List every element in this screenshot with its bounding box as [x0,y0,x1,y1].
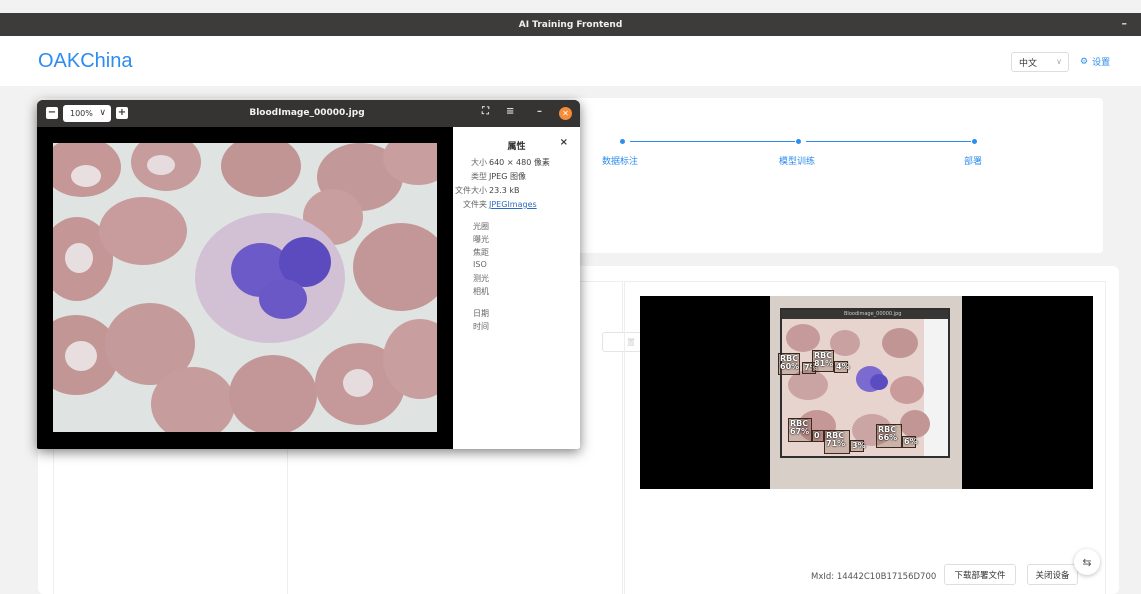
cell-blob [890,376,924,404]
detection-box: RBC 71% [824,430,850,454]
exif-metering-label: 测光 [473,274,489,283]
property-row-folder: 文件夹 JPEGImages [463,200,537,209]
properties-close-button[interactable]: × [560,137,568,148]
gear-icon: ⚙ [1080,56,1089,67]
swap-icon[interactable]: ⇆ [1074,549,1100,575]
step-dot-deploy [972,139,977,144]
camera-monitor-title: Bloodimage_00000.jpg [844,311,902,317]
rbc-pale-center [65,243,93,273]
rbc-cell [229,355,317,432]
step-annotation[interactable]: 数据标注 [602,154,638,167]
step-training[interactable]: 模型训练 [779,154,815,167]
os-minimize-button[interactable]: – [1122,17,1128,30]
wbc-nucleus [870,374,888,390]
language-select[interactable]: 中文 ∨ [1011,52,1069,72]
folder-link[interactable]: JPEGImages [489,200,537,209]
minimize-icon[interactable]: – [537,106,542,117]
detection-box: 3% [850,440,866,452]
preview-panel: Bloodimage_00000.jpg RBC 60% 7% RBC 81% … [624,281,1106,594]
camera-frame: Bloodimage_00000.jpg RBC 60% 7% RBC 81% … [770,296,962,489]
brand-logo[interactable]: OAKChina [38,50,133,73]
rbc-cell [353,223,437,311]
chevron-down-icon: ∨ [1056,57,1062,66]
step-deploy[interactable]: 部署 [964,154,982,167]
app-header: OAKChina 中文 ∨ ⚙ 设置 [0,36,1141,86]
date-label: 日期 [473,309,489,318]
exif-exposure-label: 曝光 [473,235,489,244]
detection-box: RBC 66% [876,424,902,448]
step-line-2 [806,141,971,142]
exif-camera-label: 相机 [473,287,489,296]
exif-iso-label: ISO [473,260,487,269]
time-label: 时间 [473,322,489,331]
camera-monitor-sidepanel [924,319,948,456]
property-row-filesize: 文件大小 23.3 kB [455,186,520,195]
rbc-pale-center [65,341,97,371]
rbc-cell [151,367,235,432]
settings-label: 设置 [1092,58,1111,68]
detection-box: 4% [834,361,850,373]
image-viewer-titlebar: − 100% ∨ + BloodImage_00000.jpg ⛶ ≡ – ✕ [37,100,580,127]
blood-image [53,143,437,432]
cell-blob [882,328,918,358]
mxid-label: MxId: 14442C10B17156D700 [811,572,937,582]
rbc-pale-center [343,369,373,397]
cell-blob [830,330,860,356]
detection-box: 6% [902,436,918,448]
cell-blob [786,324,820,352]
os-window-titlebar: AI Training Frontend – [0,13,1141,36]
download-deploy-file-button[interactable]: 下载部署文件 [944,564,1016,585]
close-icon[interactable]: ✕ [559,107,572,120]
properties-panel: 属性 × 大小 640 × 480 像素 类型 JPEG 图像 文件大小 23.3 k… [453,127,580,449]
camera-preview: Bloodimage_00000.jpg RBC 60% 7% RBC 81% … [640,296,1093,489]
close-device-button[interactable]: 关闭设备 [1027,564,1078,585]
exif-aperture-label: 光圈 [473,222,489,231]
detection-box: RBC 67% [788,418,812,442]
step-dot-training [796,139,801,144]
property-row-size: 大小 640 × 480 像素 [471,158,550,167]
language-select-value: 中文 [1019,58,1038,69]
step-dot-annotation [620,139,625,144]
image-viewer-window: − 100% ∨ + BloodImage_00000.jpg ⛶ ≡ – ✕ [37,100,580,449]
step-line-1 [630,141,795,142]
camera-monitor-titlebar: Bloodimage_00000.jpg [782,310,948,319]
property-row-type: 类型 JPEG 图像 [471,172,526,181]
rbc-cell [99,197,187,265]
menu-icon[interactable]: ≡ [506,106,514,117]
detection-box: RBC 81% [812,350,834,372]
os-window-title: AI Training Frontend [518,19,623,30]
detection-box: RBC 60% [778,353,800,375]
rbc-pale-center [147,155,175,175]
rbc-pale-center [71,165,101,187]
rbc-cell [221,143,301,197]
settings-link[interactable]: ⚙ 设置 [1080,55,1111,69]
detection-box: 0 [812,430,824,442]
image-viewer-title: BloodImage_00000.jpg [249,108,365,118]
exif-focal-label: 焦距 [473,248,489,257]
cell-blob [900,410,930,438]
fullscreen-icon[interactable]: ⛶ [482,106,489,117]
wbc-nucleus-lobe [259,279,307,319]
